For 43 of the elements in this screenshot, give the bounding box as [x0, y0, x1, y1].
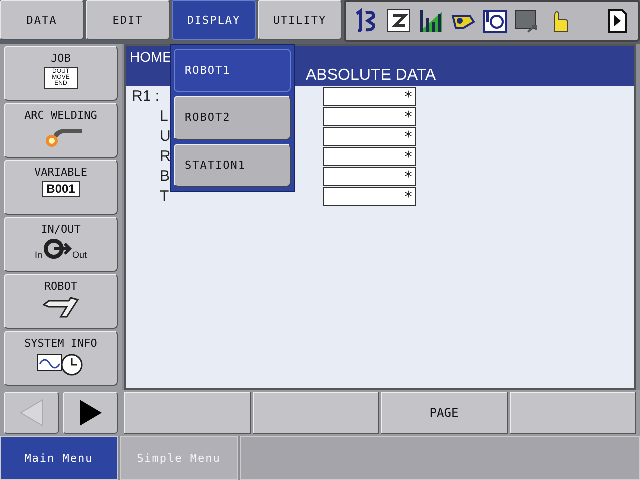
axis-label: T	[160, 188, 170, 204]
tool-frame-icon[interactable]	[482, 8, 508, 34]
out-label: Out	[72, 250, 88, 260]
menu-tab[interactable]: DISPLAY	[172, 0, 256, 40]
main-menu-button[interactable]: ARC WELDING	[4, 103, 118, 158]
main-menu-button[interactable]: VARIABLE B001	[4, 160, 118, 215]
dropdown-item[interactable]: STATION1	[174, 144, 291, 187]
in-out-icon	[42, 238, 72, 260]
next-button[interactable]	[63, 392, 118, 434]
dropdown-item[interactable]: ROBOT2	[174, 96, 291, 140]
dropdown-item[interactable]: ROBOT1	[174, 49, 291, 92]
menu-tab[interactable]: DATA	[0, 0, 84, 40]
axis-label: L	[160, 108, 168, 124]
blank-function-key[interactable]	[124, 392, 250, 434]
function-key[interactable]: PAGE	[381, 392, 508, 434]
value-field: *	[323, 146, 416, 166]
axis-label: R1 :	[132, 88, 160, 104]
menu-tab[interactable]: UTILITY	[258, 0, 342, 40]
speed-bars-icon[interactable]	[418, 8, 444, 34]
previous-button[interactable]	[4, 392, 59, 434]
main-menu-button[interactable]: ROBOT	[4, 274, 118, 329]
value-field: *	[323, 166, 416, 186]
main-menu-button[interactable]: IN/OUT In Out	[4, 217, 118, 272]
blank-function-key[interactable]	[252, 392, 379, 434]
main-menu-button[interactable]: SYSTEM INFO	[4, 331, 118, 386]
coordinate-icon[interactable]	[386, 8, 412, 34]
variable-badge: B001	[42, 181, 80, 197]
column-heading: ABSOLUTE DATA	[306, 67, 438, 85]
in-label: In	[34, 250, 42, 260]
wave-clock-icon	[37, 352, 85, 376]
blank-function-key[interactable]	[510, 392, 636, 434]
page-title: HOME	[129, 48, 173, 67]
menu-mode-tab[interactable]: Main Menu	[0, 436, 118, 480]
window-arrow-icon[interactable]	[514, 8, 540, 34]
robot-arm-icon	[41, 295, 81, 319]
menu-tab[interactable]: EDIT	[86, 0, 170, 40]
axis-label: U	[160, 128, 171, 144]
axis-label: B	[160, 168, 170, 184]
value-field: *	[323, 126, 416, 146]
value-field: *	[323, 186, 416, 206]
axis-label: R	[160, 148, 171, 164]
value-field: *	[323, 86, 416, 106]
value-field: *	[323, 106, 416, 126]
